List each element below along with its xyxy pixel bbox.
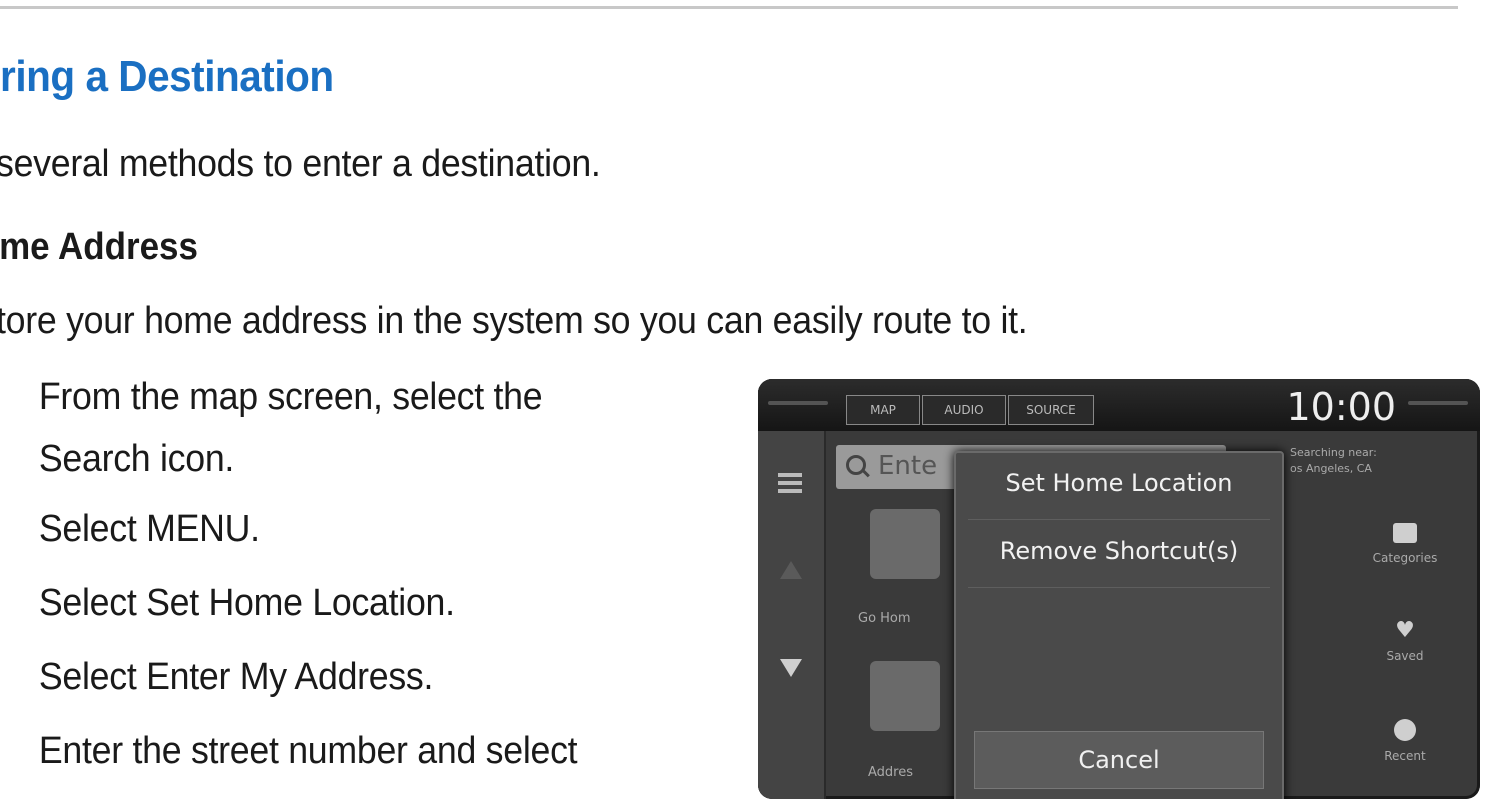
top-rule bbox=[0, 6, 1458, 9]
categories-label: Categories bbox=[1372, 551, 1438, 565]
set-home-location-item[interactable]: Set Home Location bbox=[956, 469, 1282, 497]
cancel-button[interactable]: Cancel bbox=[974, 731, 1264, 789]
menu-popup: Set Home Location Remove Shortcut(s) Can… bbox=[954, 451, 1284, 799]
saved-label: Saved bbox=[1386, 649, 1424, 663]
tab-source[interactable]: SOURCE bbox=[1008, 395, 1094, 425]
intro-text: several methods to enter a destination. bbox=[0, 143, 601, 185]
near-label: Searching near: bbox=[1290, 446, 1377, 459]
tile-label-address: Addres bbox=[868, 765, 913, 780]
searching-near: Searching near: os Angeles, CA bbox=[1290, 445, 1377, 477]
tile-label-home: Go Hom bbox=[858, 611, 911, 626]
bar-glow-left bbox=[768, 401, 828, 405]
near-location: os Angeles, CA bbox=[1290, 462, 1372, 475]
tab-map[interactable]: MAP bbox=[846, 395, 920, 425]
divider bbox=[968, 519, 1270, 520]
step-text: Select Set Home Location. bbox=[38, 582, 455, 624]
subsection-heading: lome Address bbox=[0, 226, 198, 268]
status-bar: MAP AUDIO SOURCE 10:00 bbox=[758, 379, 1480, 431]
clock: 10:00 bbox=[1286, 385, 1396, 429]
divider bbox=[968, 587, 1270, 588]
home-icon[interactable] bbox=[870, 509, 940, 579]
recent-item[interactable]: Recent bbox=[1350, 719, 1460, 763]
step-text: From the map screen, select the bbox=[38, 376, 543, 418]
clock-icon bbox=[1394, 719, 1416, 741]
recent-label: Recent bbox=[1384, 749, 1426, 763]
step-text: Select MENU. bbox=[38, 508, 260, 550]
subsection-intro: tore your home address in the system so … bbox=[0, 300, 1028, 342]
remove-shortcuts-item[interactable]: Remove Shortcut(s) bbox=[956, 537, 1282, 565]
heart-icon: ♥ bbox=[1395, 618, 1415, 643]
left-rail bbox=[758, 431, 826, 799]
tab-audio[interactable]: AUDIO bbox=[922, 395, 1006, 425]
menu-icon[interactable] bbox=[778, 473, 802, 493]
bar-glow-right bbox=[1408, 401, 1468, 405]
step-text: Select Enter My Address. bbox=[38, 656, 434, 698]
step-text: Search icon. bbox=[38, 438, 235, 480]
search-icon bbox=[846, 455, 866, 475]
categories-item[interactable]: Categories bbox=[1350, 523, 1460, 565]
search-placeholder: Ente bbox=[878, 451, 938, 481]
nav-screen-image: MAP AUDIO SOURCE 10:00 Ente Searching ne… bbox=[758, 379, 1480, 799]
section-heading: ering a Destination bbox=[0, 52, 334, 101]
address-icon[interactable] bbox=[870, 661, 940, 731]
scroll-down-icon[interactable] bbox=[780, 659, 802, 677]
scroll-up-icon[interactable] bbox=[780, 561, 802, 579]
saved-item[interactable]: ♥ Saved bbox=[1350, 618, 1460, 664]
categories-icon bbox=[1393, 523, 1417, 543]
step-text: Enter the street number and select bbox=[38, 730, 578, 772]
